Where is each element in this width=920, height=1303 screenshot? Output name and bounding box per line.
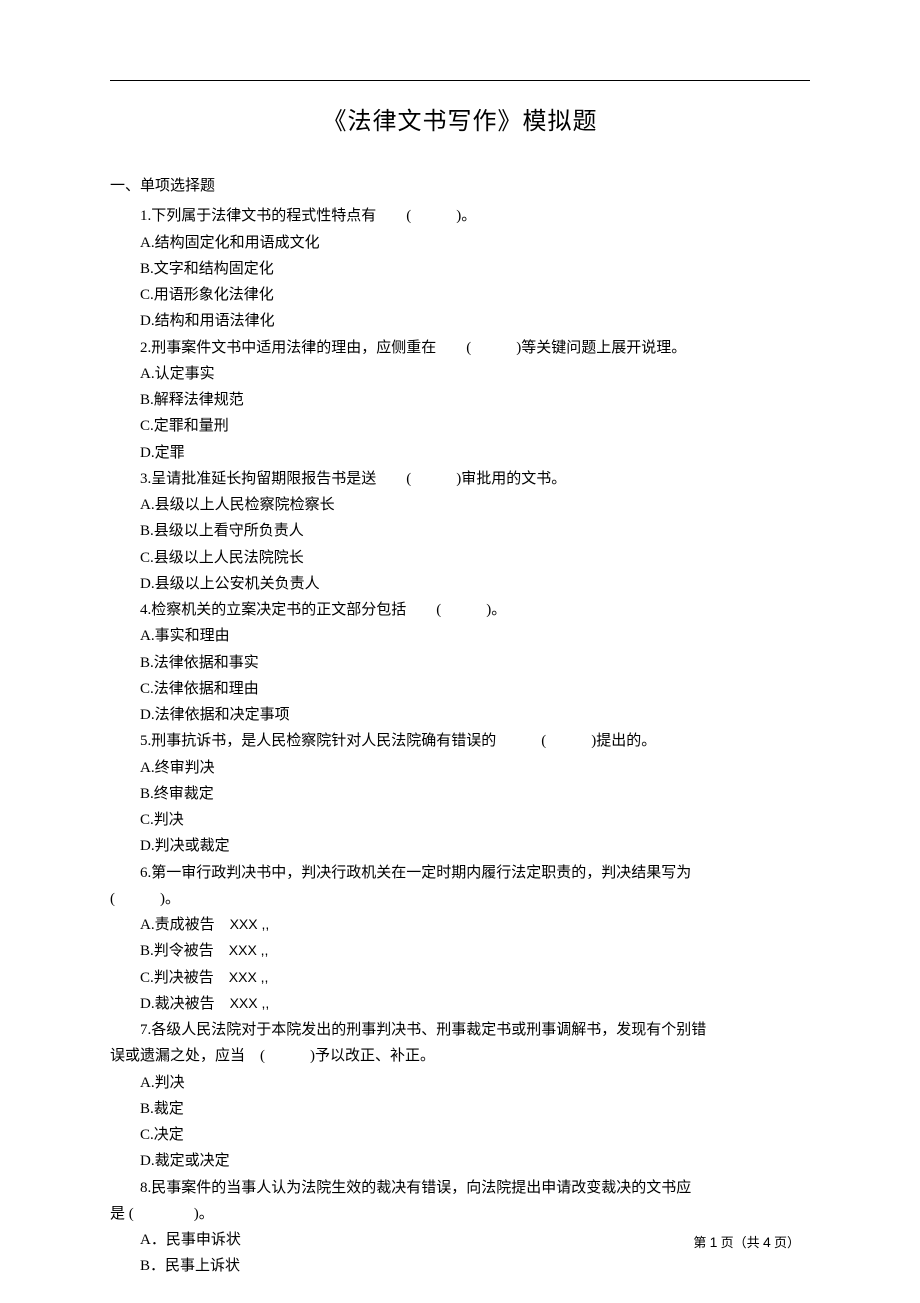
q6-c-xxx: XXX ,,	[229, 969, 269, 985]
q7-stem-line2: 误或遗漏之处，应当 ( )予以改正、补正。	[110, 1043, 810, 1069]
q7-option-d: D.裁定或决定	[110, 1148, 810, 1174]
q1-stem: 1.下列属于法律文书的程式性特点有 ( )。	[110, 203, 810, 229]
q7-option-c: C.决定	[110, 1122, 810, 1148]
q6-option-d: D.裁决被告 XXX ,,	[110, 991, 810, 1017]
q8-option-b: B．民事上诉状	[110, 1253, 810, 1279]
q2-option-a: A.认定事实	[110, 361, 810, 387]
q5-option-d: D.判决或裁定	[110, 833, 810, 859]
q6-b-pre: B.判令被告	[140, 943, 229, 959]
q1-option-d: D.结构和用语法律化	[110, 308, 810, 334]
q5-option-c: C.判决	[110, 807, 810, 833]
q2-stem: 2.刑事案件文书中适用法律的理由，应侧重在 ( )等关键问题上展开说理。	[110, 335, 810, 361]
q6-stem-line1: 6.第一审行政判决书中，判决行政机关在一定时期内履行法定职责的，判决结果写为	[110, 860, 810, 886]
page: 《法律文书写作》模拟题 一、单项选择题 1.下列属于法律文书的程式性特点有 ( …	[0, 0, 920, 1303]
q2-option-d: D.定罪	[110, 440, 810, 466]
q6-stem-line2: ( )。	[110, 886, 810, 912]
q7-option-a: A.判决	[110, 1070, 810, 1096]
q1-option-a: A.结构固定化和用语成文化	[110, 230, 810, 256]
q5-option-a: A.终审判决	[110, 755, 810, 781]
q1-option-b: B.文字和结构固定化	[110, 256, 810, 282]
q4-stem: 4.检察机关的立案决定书的正文部分包括 ( )。	[110, 597, 810, 623]
top-rule	[110, 80, 810, 81]
q4-option-b: B.法律依据和事实	[110, 650, 810, 676]
q6-b-xxx: XXX ,,	[229, 942, 269, 958]
q8-stem-line2: 是 ( )。	[110, 1201, 810, 1227]
q3-option-c: C.县级以上人民法院院长	[110, 545, 810, 571]
q6-option-c: C.判决被告 XXX ,,	[110, 965, 810, 991]
q2-option-c: C.定罪和量刑	[110, 413, 810, 439]
q4-option-d: D.法律依据和决定事项	[110, 702, 810, 728]
q3-stem: 3.呈请批准延长拘留期限报告书是送 ( )审批用的文书。	[110, 466, 810, 492]
footer-mid: 页（共	[717, 1235, 763, 1250]
q6-d-xxx: XXX ,,	[230, 995, 270, 1011]
document-title: 《法律文书写作》模拟题	[110, 101, 810, 143]
q6-option-a: A.责成被告 XXX ,,	[110, 912, 810, 938]
q5-option-b: B.终审裁定	[110, 781, 810, 807]
page-footer: 第 1 页（共 4 页）	[693, 1230, 800, 1255]
q7-option-b: B.裁定	[110, 1096, 810, 1122]
q6-option-b: B.判令被告 XXX ,,	[110, 938, 810, 964]
q3-option-a: A.县级以上人民检察院检察长	[110, 492, 810, 518]
q1-option-c: C.用语形象化法律化	[110, 282, 810, 308]
q6-d-pre: D.裁决被告	[140, 996, 230, 1012]
q7-stem-line1: 7.各级人民法院对于本院发出的刑事判决书、刑事裁定书或刑事调解书，发现有个别错	[110, 1017, 810, 1043]
q4-option-a: A.事实和理由	[110, 623, 810, 649]
footer-total-pages: 4	[763, 1234, 771, 1250]
q6-a-pre: A.责成被告	[140, 917, 230, 933]
q5-stem: 5.刑事抗诉书，是人民检察院针对人民法院确有错误的 ( )提出的。	[110, 728, 810, 754]
q2-option-b: B.解释法律规范	[110, 387, 810, 413]
q6-c-pre: C.判决被告	[140, 970, 229, 986]
footer-pre: 第	[693, 1235, 709, 1250]
section-1-heading: 一、单项选择题	[110, 173, 810, 199]
q3-option-d: D.县级以上公安机关负责人	[110, 571, 810, 597]
q6-a-xxx: XXX ,,	[230, 916, 270, 932]
footer-post: 页）	[771, 1235, 800, 1250]
q8-stem-line1: 8.民事案件的当事人认为法院生效的裁决有错误，向法院提出申请改变裁决的文书应	[110, 1175, 810, 1201]
q3-option-b: B.县级以上看守所负责人	[110, 518, 810, 544]
q4-option-c: C.法律依据和理由	[110, 676, 810, 702]
